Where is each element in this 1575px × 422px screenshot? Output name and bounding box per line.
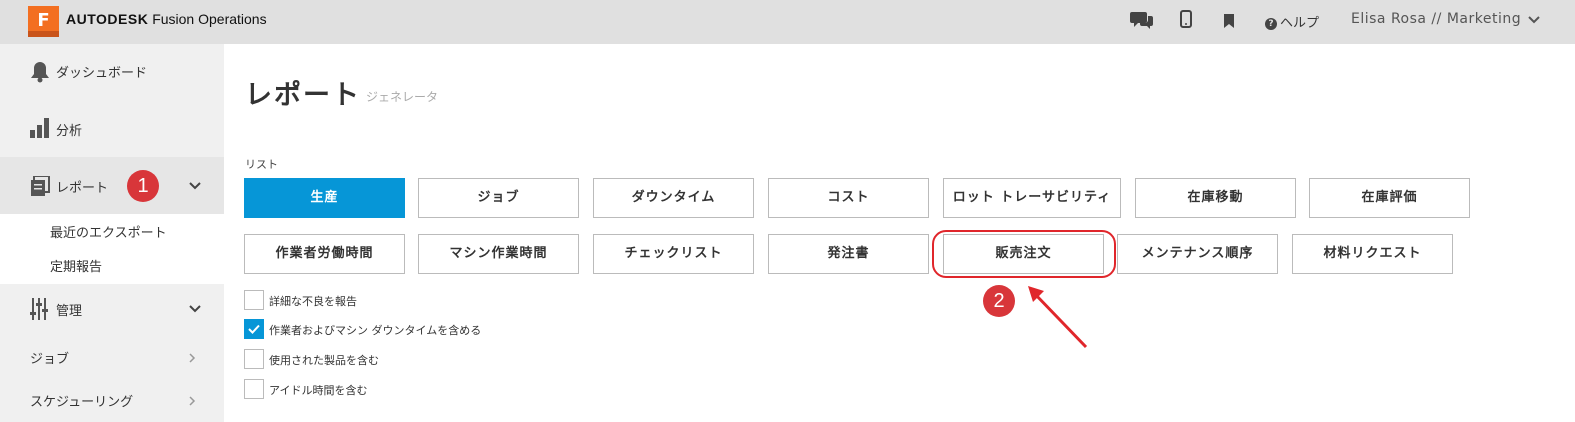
checkbox-label: アイドル時間を含む [269, 384, 368, 397]
sidebar-item-scheduling[interactable]: スケジューリング [0, 378, 224, 422]
chevron-down-icon [189, 305, 201, 313]
step-badge-1: 1 [127, 170, 159, 202]
chat-icon[interactable] [1130, 10, 1154, 35]
bar-chart-icon [30, 118, 49, 138]
checkbox-label: 詳細な不良を報告 [269, 295, 357, 308]
option-detailed-scrap[interactable]: 詳細な不良を報告 [244, 290, 444, 310]
brand-rest: Fusion Operations [148, 11, 267, 27]
top-bar: F AUTODESK Fusion Operations ? ヘルプ Elisa … [0, 0, 1575, 44]
help-link[interactable]: ? ヘルプ [1265, 12, 1319, 31]
chevron-right-icon [189, 353, 196, 363]
report-button-lot-traceability[interactable]: ロット トレーサビリティ [943, 178, 1121, 218]
logo-letter: F [37, 10, 50, 31]
report-button-inventory-movement[interactable]: 在庫移動 [1135, 178, 1296, 218]
page-title: レポート [245, 80, 361, 111]
chevron-down-icon[interactable] [1526, 12, 1542, 28]
sliders-icon [30, 298, 48, 320]
report-button-machine-time[interactable]: マシン作業時間 [418, 234, 579, 274]
report-button-operator-labor[interactable]: 作業者労働時間 [244, 234, 405, 274]
list-label: リスト [245, 158, 278, 171]
brand-bold: AUTODESK [66, 11, 149, 27]
check-icon [248, 324, 260, 334]
app-title: AUTODESK Fusion Operations [66, 11, 267, 27]
chevron-right-icon [189, 396, 196, 406]
checkbox-checked[interactable] [244, 319, 264, 339]
option-include-downtime[interactable]: 作業者およびマシン ダウンタイムを含める [244, 319, 504, 339]
sidebar-item-label: ジョブ [30, 352, 70, 367]
checkbox[interactable] [244, 290, 264, 310]
checkbox-label: 使用された製品を含む [269, 354, 379, 367]
help-icon: ? [1265, 18, 1277, 30]
step-badge-2: 2 [983, 285, 1015, 317]
sidebar-item-analysis[interactable]: 分析 [0, 100, 224, 157]
report-button-production[interactable]: 生産 [244, 178, 405, 218]
help-label: ヘルプ [1280, 16, 1320, 31]
sidebar-item-label: レポート [56, 181, 109, 196]
sidebar-item-reports[interactable]: レポート [0, 157, 224, 214]
sidebar-subitem-scheduled-reports[interactable]: 定期報告 [50, 256, 102, 275]
mobile-icon[interactable] [1180, 10, 1192, 33]
checkbox[interactable] [244, 379, 264, 399]
sidebar-item-label: ダッシュボード [56, 66, 148, 81]
annotation-arrow-icon [1028, 286, 1088, 349]
bookmark-icon[interactable] [1224, 13, 1234, 33]
report-button-material-request[interactable]: 材料リクエスト [1292, 234, 1453, 274]
report-button-checklist[interactable]: チェックリスト [593, 234, 754, 274]
user-menu[interactable]: Elisa Rosa // Marketing [1351, 11, 1521, 27]
option-include-used-products[interactable]: 使用された製品を含む [244, 349, 444, 369]
report-button-jobs[interactable]: ジョブ [418, 178, 579, 218]
sidebar-subitem-recent-exports[interactable]: 最近のエクスポート [50, 222, 167, 241]
report-button-maintenance-order[interactable]: メンテナンス順序 [1117, 234, 1278, 274]
sidebar-item-admin[interactable]: 管理 [0, 284, 224, 334]
bell-icon [31, 62, 49, 83]
sidebar-item-label: 分析 [56, 124, 83, 139]
fusion-logo[interactable]: F [28, 6, 59, 37]
chevron-down-icon [189, 182, 201, 190]
report-button-inventory-valuation[interactable]: 在庫評価 [1309, 178, 1470, 218]
option-include-idle-time[interactable]: アイドル時間を含む [244, 379, 444, 399]
sidebar-item-label: 管理 [56, 304, 83, 319]
sidebar-item-dashboard[interactable]: ダッシュボード [0, 44, 224, 100]
checkbox[interactable] [244, 349, 264, 369]
page-subtitle: ジェネレータ [366, 90, 439, 104]
report-button-cost[interactable]: コスト [768, 178, 929, 218]
document-icon [31, 176, 50, 196]
sidebar-item-jobs[interactable]: ジョブ [0, 334, 224, 378]
sidebar-item-label: スケジューリング [30, 395, 134, 410]
checkbox-label: 作業者およびマシン ダウンタイムを含める [269, 324, 482, 337]
report-button-purchase-order[interactable]: 発注書 [768, 234, 929, 274]
annotation-highlight [932, 230, 1116, 278]
report-button-downtime[interactable]: ダウンタイム [593, 178, 754, 218]
